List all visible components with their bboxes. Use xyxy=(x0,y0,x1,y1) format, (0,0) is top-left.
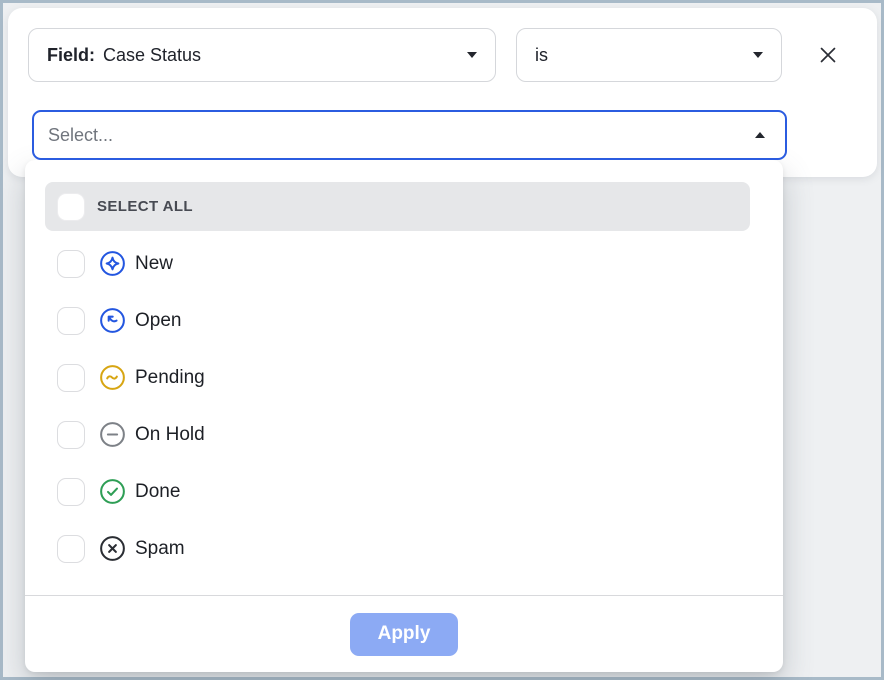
chevron-up-icon xyxy=(755,132,765,138)
option-done-checkbox[interactable] xyxy=(57,478,85,506)
chevron-down-icon xyxy=(753,52,763,58)
filter-popup-background: Field: Case Status is Select... SELECT A… xyxy=(3,3,881,677)
done-check-icon xyxy=(99,478,126,505)
option-spam-checkbox[interactable] xyxy=(57,535,85,563)
close-filter-button[interactable] xyxy=(814,41,842,69)
option-spam[interactable]: Spam xyxy=(25,520,783,577)
operator-dropdown[interactable]: is xyxy=(516,28,782,82)
option-label: New xyxy=(135,253,173,275)
field-dropdown[interactable]: Field: Case Status xyxy=(28,28,496,82)
option-open[interactable]: Open xyxy=(25,292,783,349)
filter-panel: Field: Case Status is Select... xyxy=(8,8,877,177)
select-all-row[interactable]: SELECT ALL xyxy=(45,182,750,231)
option-label: Spam xyxy=(135,538,185,560)
option-label: On Hold xyxy=(135,424,205,446)
option-open-checkbox[interactable] xyxy=(57,307,85,335)
close-icon xyxy=(817,44,839,66)
apply-button[interactable]: Apply xyxy=(350,613,458,656)
chevron-down-icon xyxy=(467,52,477,58)
status-options-list: New Open Pending xyxy=(25,235,783,577)
option-label: Open xyxy=(135,310,181,332)
open-arrow-icon xyxy=(99,307,126,334)
status-options-popover: SELECT ALL New Open xyxy=(25,160,783,672)
operator-dropdown-value: is xyxy=(535,45,548,66)
option-pending[interactable]: Pending xyxy=(25,349,783,406)
option-label: Pending xyxy=(135,367,205,389)
popover-footer: Apply xyxy=(25,596,783,672)
option-done[interactable]: Done xyxy=(25,463,783,520)
select-all-label: SELECT ALL xyxy=(97,198,193,215)
option-on-hold[interactable]: On Hold xyxy=(25,406,783,463)
option-pending-checkbox[interactable] xyxy=(57,364,85,392)
on-hold-minus-icon xyxy=(99,421,126,448)
option-new-checkbox[interactable] xyxy=(57,250,85,278)
option-on-hold-checkbox[interactable] xyxy=(57,421,85,449)
pending-tilde-icon xyxy=(99,364,126,391)
field-dropdown-value: Case Status xyxy=(103,45,201,66)
spam-x-icon xyxy=(99,535,126,562)
new-sparkle-icon xyxy=(99,250,126,277)
option-label: Done xyxy=(135,481,180,503)
status-select-combobox[interactable]: Select... xyxy=(32,110,787,160)
field-dropdown-label: Field: xyxy=(47,45,95,66)
option-new[interactable]: New xyxy=(25,235,783,292)
select-all-checkbox[interactable] xyxy=(57,193,85,221)
status-select-placeholder: Select... xyxy=(48,125,113,146)
